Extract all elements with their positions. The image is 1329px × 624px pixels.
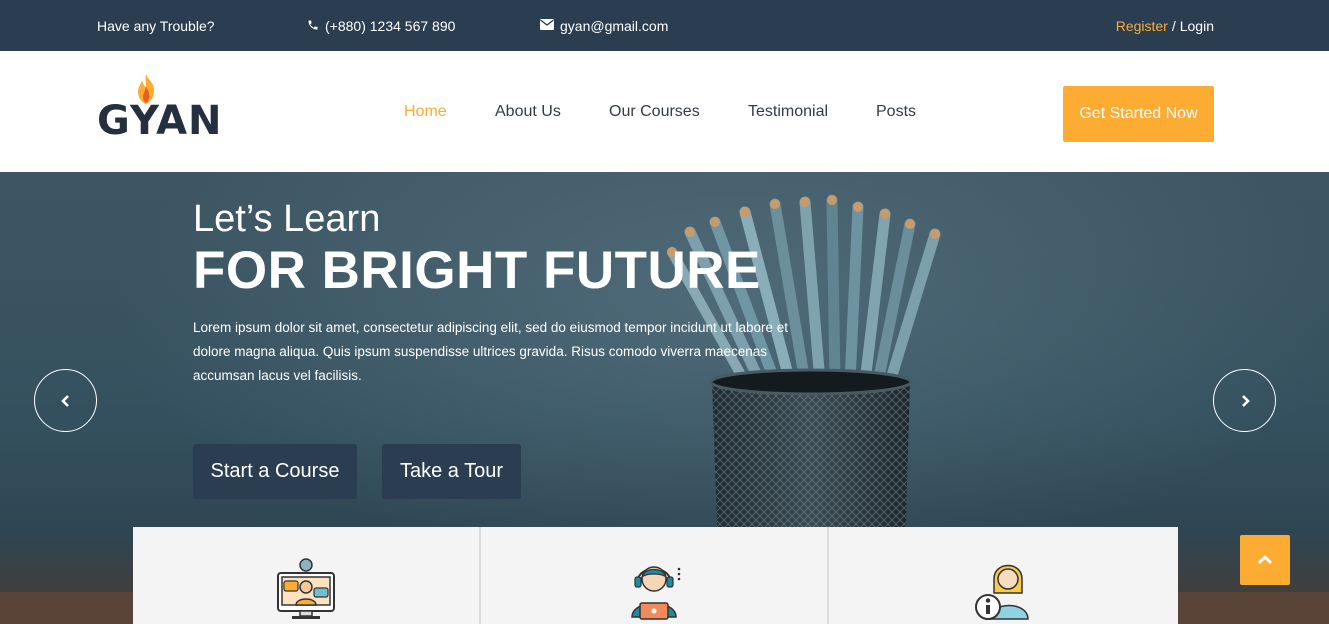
- hero-description: Lorem ipsum dolor sit amet, consectetur …: [193, 320, 789, 383]
- email-contact[interactable]: gyan@gmail.com: [540, 0, 668, 51]
- take-tour-button[interactable]: Take a Tour: [382, 444, 521, 499]
- register-link[interactable]: Register: [1116, 18, 1168, 34]
- email-address: gyan@gmail.com: [560, 17, 669, 34]
- top-bar: Have any Trouble? (+880) 1234 567 890 gy…: [0, 0, 1329, 51]
- feature-card[interactable]: [133, 527, 481, 624]
- login-link[interactable]: Login: [1180, 18, 1214, 34]
- nav-home[interactable]: Home: [404, 51, 447, 172]
- nav-about-us[interactable]: About Us: [495, 51, 561, 172]
- get-started-button[interactable]: Get Started Now: [1063, 86, 1214, 142]
- main-header: GYAN Home About Us Our Courses Testimoni…: [0, 51, 1329, 172]
- hero-title: FOR BRIGHT FUTURE: [193, 241, 761, 300]
- information-assistant-icon: [974, 564, 1029, 620]
- phone-number: (+880) 1234 567 890: [325, 17, 456, 34]
- feature-cards: [133, 527, 1178, 624]
- back-to-top-button[interactable]: [1240, 535, 1290, 585]
- nav-testimonial[interactable]: Testimonial: [748, 51, 828, 172]
- envelope-icon: [540, 19, 554, 32]
- hero-subtitle: Let’s Learn: [193, 198, 381, 240]
- nav-our-courses[interactable]: Our Courses: [609, 51, 700, 172]
- feature-card[interactable]: [829, 527, 1178, 624]
- online-teacher-icon: [277, 558, 335, 619]
- slider-prev-button[interactable]: [34, 369, 97, 432]
- trouble-text: Have any Trouble?: [97, 17, 215, 34]
- chevron-right-icon: [1241, 394, 1250, 407]
- chevron-up-icon: [1257, 554, 1273, 565]
- slider-next-button[interactable]: [1213, 369, 1276, 432]
- nav-posts[interactable]: Posts: [876, 51, 916, 172]
- phone-icon: [307, 19, 319, 33]
- support-agent-icon: [631, 566, 681, 620]
- auth-links: Register / Login: [1116, 0, 1214, 51]
- phone-contact[interactable]: (+880) 1234 567 890: [307, 0, 455, 51]
- feature-card[interactable]: [481, 527, 829, 624]
- chevron-left-icon: [60, 394, 69, 407]
- auth-separator: /: [1171, 17, 1176, 34]
- start-course-button[interactable]: Start a Course: [193, 444, 357, 499]
